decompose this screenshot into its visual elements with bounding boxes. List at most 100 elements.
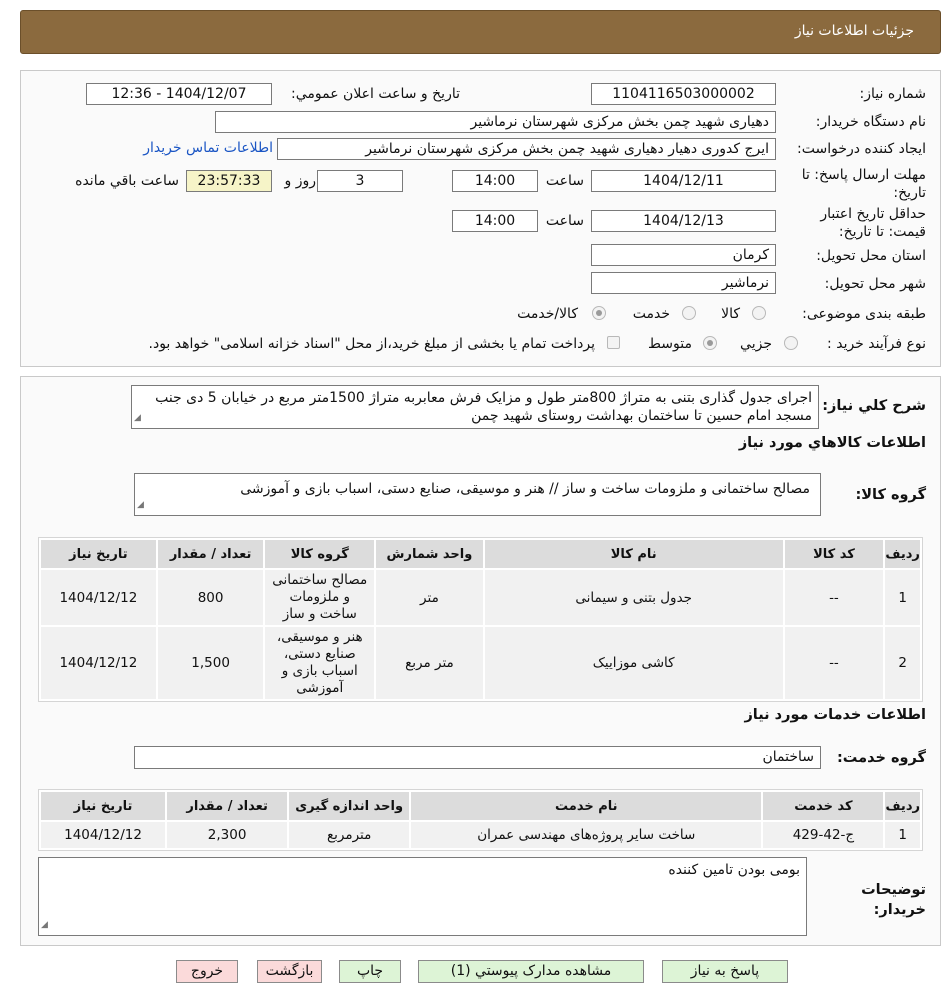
buyer-notes-text: بومی بودن تامین کننده <box>668 862 800 878</box>
buyer-notes-label: توضیحات خریدار: <box>861 880 926 920</box>
province-label: استان محل تحویل: <box>816 248 926 264</box>
resize-grip-icon[interactable]: ◢ <box>41 916 48 934</box>
table-row: 2 -- کاشی موزاییک متر مربع هنر و موسیقی،… <box>41 627 920 699</box>
col-unit: واحد شمارش <box>376 540 483 568</box>
cell-quantity: 800 <box>157 570 264 625</box>
cell-quantity: 1,500 <box>157 627 264 699</box>
goods-table: ردیف کد کالا نام کالا واحد شمارش گروه کا… <box>38 537 923 702</box>
validity-date-field: 1404/12/13 <box>591 210 776 232</box>
services-table-header: ردیف کد خدمت نام خدمت واحد اندازه گیری ت… <box>41 792 920 820</box>
deadline-label: مهلت ارسال پاسخ: تا تاریخ: <box>802 166 926 202</box>
cell-row-number: 2 <box>885 627 920 699</box>
buyer-org-field: دهیاری شهید چمن بخش مرکزی شهرستان نرماشی… <box>215 111 776 133</box>
validity-time-label: ساعت <box>545 213 584 229</box>
cell-goods-group: هنر و موسیقی، صنایع دستی، اسباب بازی و آ… <box>265 627 375 699</box>
resize-grip-icon[interactable]: ◢ <box>134 409 141 427</box>
reply-button[interactable]: پاسخ به نیاز <box>662 960 788 983</box>
cell-goods-name: کاشی موزاییک <box>484 627 783 699</box>
goods-group-text: مصالح ساختمانی و ملزومات ساخت و ساز // ه… <box>240 481 810 497</box>
buyer-notes-label-line2: خریدار: <box>873 902 926 918</box>
province-field: کرمان <box>591 244 776 266</box>
need-number-label: شماره نیاز: <box>859 86 927 102</box>
process-label: نوع فرآیند خرید : <box>827 336 926 352</box>
buyer-notes-textarea[interactable]: بومی بودن تامین کننده ◢ <box>38 857 807 936</box>
col-goods-group: گروه کالا <box>265 540 375 568</box>
category-goods-service-radio[interactable] <box>592 306 606 320</box>
category-service-radio[interactable] <box>682 306 696 320</box>
deadline-date-field: 1404/12/11 <box>591 170 776 192</box>
cell-need-date: 1404/12/12 <box>41 627 156 699</box>
category-goods-radio[interactable] <box>752 306 766 320</box>
cell-goods-code: -- <box>784 570 884 625</box>
creator-field: ایرج کدوری دهیار دهیاری شهید چمن بخش مرک… <box>277 138 776 160</box>
cell-measure-unit: مترمربع <box>289 822 410 848</box>
announce-field: 1404/12/07 - 12:36 <box>86 83 272 105</box>
category-label: طبقه بندی موضوعی: <box>802 306 926 322</box>
col-measure-unit: واحد اندازه گیری <box>289 792 410 820</box>
print-button[interactable]: چاپ <box>339 960 401 983</box>
category-goods-label: کالا <box>721 306 740 322</box>
treasury-note: پرداخت تمام یا بخشی از مبلغ خرید،از محل … <box>148 336 595 352</box>
validity-label: حداقل تاریخ اعتبار قیمت: تا تاریخ: <box>820 205 926 241</box>
days-word: روز و <box>284 173 317 189</box>
col-need-date: تاریخ نیاز <box>41 792 166 820</box>
cell-unit: متر <box>376 570 483 625</box>
summary-textarea[interactable]: اجرای جدول گذاری بتنی به متراژ 800متر طو… <box>131 385 819 429</box>
buyer-notes-label-line1: توضیحات <box>861 882 926 898</box>
summary-label: شرح کلي نياز: <box>822 398 926 414</box>
cell-unit: متر مربع <box>376 627 483 699</box>
back-button[interactable]: بازگشت <box>257 960 322 983</box>
city-field: نرماشیر <box>591 272 776 294</box>
buyer-org-label: نام دستگاه خریدار: <box>815 114 926 130</box>
cell-goods-group: مصالح ساختمانی و ملزومات ساخت و ساز <box>265 570 375 625</box>
col-need-date: تاریخ نیاز <box>41 540 156 568</box>
category-service-label: خدمت <box>632 306 670 322</box>
validity-label-line1: حداقل تاریخ اعتبار <box>820 206 926 222</box>
cell-need-date: 1404/12/12 <box>41 570 156 625</box>
buyer-contact-link[interactable]: اطلاعات تماس خریدار <box>143 140 273 156</box>
category-goods-service-label: کالا/خدمت <box>517 306 578 322</box>
resize-grip-icon[interactable]: ◢ <box>137 496 144 514</box>
col-row-number: ردیف <box>885 792 920 820</box>
cell-goods-code: -- <box>784 627 884 699</box>
cell-row-number: 1 <box>885 570 920 625</box>
service-group-field: ساختمان <box>134 746 821 769</box>
page-title: جزئیات اطلاعات نیاز <box>794 23 914 39</box>
col-service-code: کد خدمت <box>763 792 884 820</box>
attachments-button[interactable]: مشاهده مدارک پیوستي (1) <box>418 960 644 983</box>
service-group-label: گروه خدمت: <box>836 750 926 766</box>
need-number-field: 1104116503000002 <box>591 83 776 105</box>
remaining-time-field: 23:57:33 <box>186 170 272 192</box>
goods-table-header: ردیف کد کالا نام کالا واحد شمارش گروه کا… <box>41 540 920 568</box>
exit-button[interactable]: خروج <box>176 960 238 983</box>
services-section-title: اطلاعات خدمات مورد نياز <box>744 707 926 723</box>
validity-label-line2: قیمت: تا تاریخ: <box>838 224 926 240</box>
table-row: 1 ج-42-429 ساخت سایر پروژه‌های مهندسی عم… <box>41 822 920 848</box>
services-table: ردیف کد خدمت نام خدمت واحد اندازه گیری ت… <box>38 789 923 851</box>
col-goods-code: کد کالا <box>784 540 884 568</box>
goods-group-label: گروه کالا: <box>855 487 926 503</box>
creator-label: ایجاد کننده درخواست: <box>797 141 926 157</box>
deadline-time-field: 14:00 <box>452 170 538 192</box>
cell-need-date: 1404/12/12 <box>41 822 166 848</box>
cell-row-number: 1 <box>885 822 920 848</box>
cell-quantity: 2,300 <box>167 822 288 848</box>
treasury-checkbox[interactable] <box>607 336 620 349</box>
cell-service-name: ساخت سایر پروژه‌های مهندسی عمران <box>411 822 762 848</box>
deadline-time-label: ساعت <box>545 173 584 189</box>
process-minor-label: جزيي <box>740 336 772 352</box>
process-medium-radio[interactable] <box>703 336 717 350</box>
col-quantity: تعداد / مقدار <box>157 540 264 568</box>
process-minor-radio[interactable] <box>784 336 798 350</box>
col-quantity: تعداد / مقدار <box>167 792 288 820</box>
goods-section-title: اطلاعات کالاهاي مورد نياز <box>738 435 926 451</box>
announce-label: تاریخ و ساعت اعلان عمومي: <box>291 86 460 102</box>
col-service-name: نام خدمت <box>411 792 762 820</box>
col-goods-name: نام کالا <box>484 540 783 568</box>
table-row: 1 -- جدول بتنی و سیمانی متر مصالح ساختما… <box>41 570 920 625</box>
goods-group-textarea[interactable]: مصالح ساختمانی و ملزومات ساخت و ساز // ه… <box>134 473 821 516</box>
cell-goods-name: جدول بتنی و سیمانی <box>484 570 783 625</box>
deadline-label-line2: تاریخ: <box>893 185 926 201</box>
page-header: جزئیات اطلاعات نیاز <box>20 10 941 54</box>
days-field: 3 <box>317 170 403 192</box>
